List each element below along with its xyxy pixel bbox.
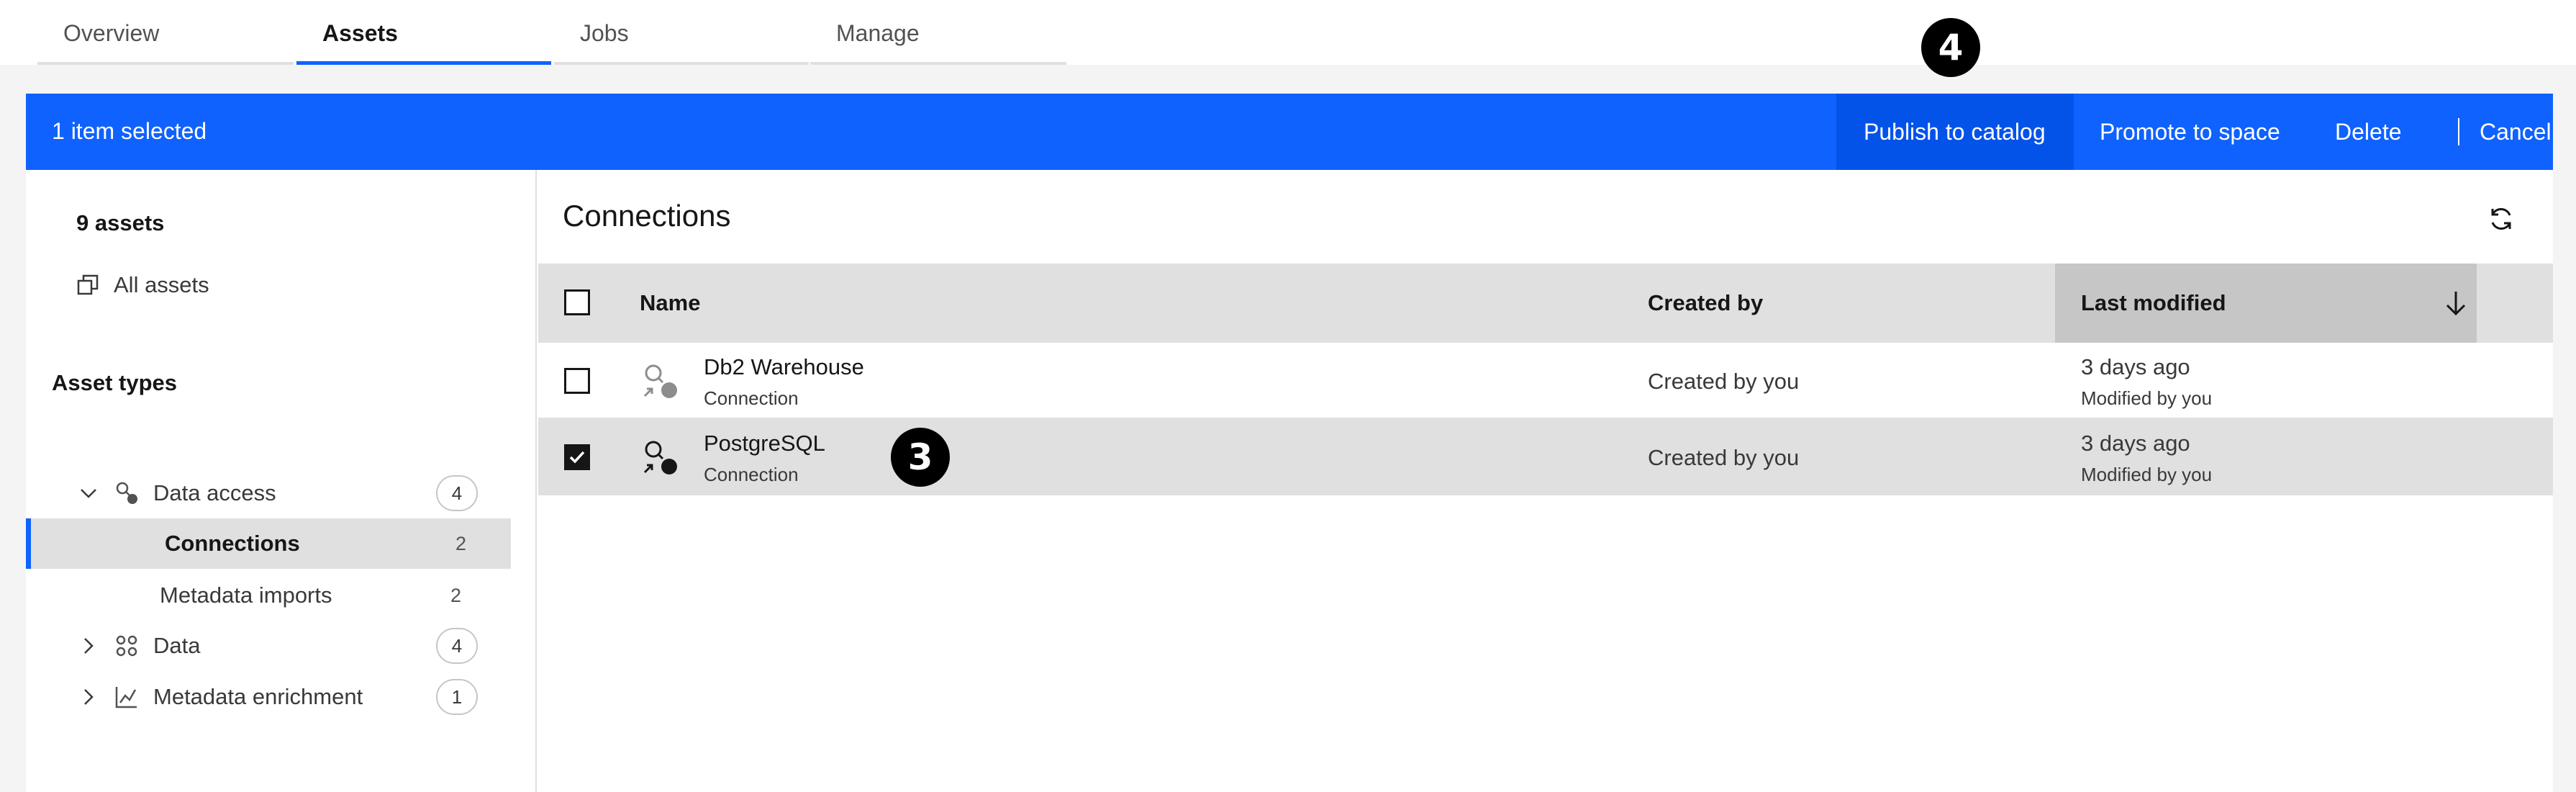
row-checkbox[interactable] <box>564 444 590 470</box>
asset-type: Connection <box>704 387 799 409</box>
select-all-checkbox[interactable] <box>564 289 590 315</box>
row-checkbox[interactable] <box>564 368 590 394</box>
tree-item-label: Connections <box>165 531 300 556</box>
asset-types-heading: Asset types <box>52 370 178 395</box>
table-row[interactable]: PostgreSQL Connection 3 Created by you 3… <box>538 419 2553 495</box>
column-name-label: Name <box>640 290 701 315</box>
modified-date: 3 days ago <box>2081 354 2190 379</box>
table-header: Name Created by Last modified <box>538 264 2553 343</box>
tree-item-label: Data <box>153 633 201 658</box>
callout-3: 3 <box>891 428 950 487</box>
callout-4: 4 <box>1921 18 1980 77</box>
promote-label: Promote to space <box>2100 118 2280 145</box>
asset-type: Connection <box>704 464 799 485</box>
enrichment-icon <box>115 687 137 708</box>
tree-item-metadata-imports[interactable]: Metadata imports 2 <box>26 570 511 621</box>
count-badge: 4 <box>436 475 478 511</box>
checkmark-icon <box>569 451 585 464</box>
tab-overview-label: Overview <box>63 20 160 46</box>
created-by: Created by you <box>1648 369 1800 394</box>
tree-item-connections[interactable]: Connections 2 <box>26 518 511 569</box>
tab-jobs[interactable]: Jobs <box>554 0 809 65</box>
count-value: 2 <box>450 584 462 606</box>
tree-item-data[interactable]: Data 4 <box>26 621 511 671</box>
asset-content: Connections Name Created by Last modifie… <box>538 170 2553 792</box>
column-last-modified-label: Last modified <box>2081 290 2226 315</box>
count-badge: 1 <box>436 679 478 715</box>
all-assets-link[interactable]: All assets <box>76 271 209 300</box>
publish-to-catalog-button[interactable]: Publish to catalog <box>1836 94 2074 170</box>
asset-sidebar: 9 assets All assets Asset types Data acc… <box>26 170 537 792</box>
connection-icon <box>643 364 677 398</box>
column-created-by[interactable]: Created by <box>1648 264 1763 343</box>
promote-to-space-button[interactable]: Promote to space <box>2100 94 2280 170</box>
data-icon <box>116 635 137 657</box>
main-panel: 9 assets All assets Asset types Data acc… <box>26 170 2553 792</box>
count-value: 2 <box>455 532 467 554</box>
all-assets-label: All assets <box>114 272 209 297</box>
tree-item-metadata-enrichment[interactable]: Metadata enrichment 1 <box>26 672 511 722</box>
created-by: Created by you <box>1648 445 1800 470</box>
batch-action-bar: 1 item selected Publish to catalog Promo… <box>26 94 2553 170</box>
tree-item-label: Metadata imports <box>160 582 332 608</box>
copy-icon <box>77 274 99 295</box>
chevron-right-icon[interactable] <box>78 686 99 708</box>
asset-name[interactable]: PostgreSQL <box>704 431 825 456</box>
connection-icon <box>116 482 137 504</box>
page-title: Connections <box>563 199 731 233</box>
sort-down-icon[interactable] <box>2444 289 2468 317</box>
modified-date: 3 days ago <box>2081 431 2190 456</box>
tab-jobs-label: Jobs <box>580 20 629 46</box>
delete-label: Delete <box>2335 118 2402 145</box>
column-created-by-label: Created by <box>1648 290 1764 315</box>
selection-count: 1 item selected <box>52 118 207 144</box>
table-row[interactable]: Db2 Warehouse Connection Created by you … <box>538 343 2553 419</box>
tree-item-label: Metadata enrichment <box>153 684 363 709</box>
count-badge: 4 <box>436 628 478 664</box>
chevron-down-icon[interactable] <box>78 482 99 504</box>
asset-count: 9 assets <box>76 210 165 235</box>
tab-overview[interactable]: Overview <box>37 0 294 65</box>
column-last-modified[interactable]: Last modified <box>2055 264 2477 343</box>
column-name[interactable]: Name <box>640 264 700 343</box>
tree-item-data-access[interactable]: Data access 4 <box>26 468 511 518</box>
cancel-label: Cancel <box>2480 118 2552 145</box>
connection-icon <box>643 441 677 474</box>
tree-item-label: Data access <box>153 480 276 505</box>
tab-manage[interactable]: Manage <box>810 0 1066 65</box>
top-tab-bar: Overview Assets Jobs Manage <box>0 0 2576 65</box>
asset-name[interactable]: Db2 Warehouse <box>704 354 864 380</box>
cancel-button[interactable]: Cancel <box>2455 94 2552 170</box>
modified-by: Modified by you <box>2081 387 2213 409</box>
delete-button[interactable]: Delete <box>2335 94 2402 170</box>
tab-manage-label: Manage <box>836 20 920 46</box>
tab-assets-label: Assets <box>322 20 398 46</box>
chevron-right-icon[interactable] <box>78 635 99 657</box>
refresh-icon[interactable] <box>2487 204 2516 233</box>
tab-assets[interactable]: Assets <box>296 0 551 65</box>
modified-by: Modified by you <box>2081 464 2213 485</box>
publish-label: Publish to catalog <box>1864 118 2046 145</box>
